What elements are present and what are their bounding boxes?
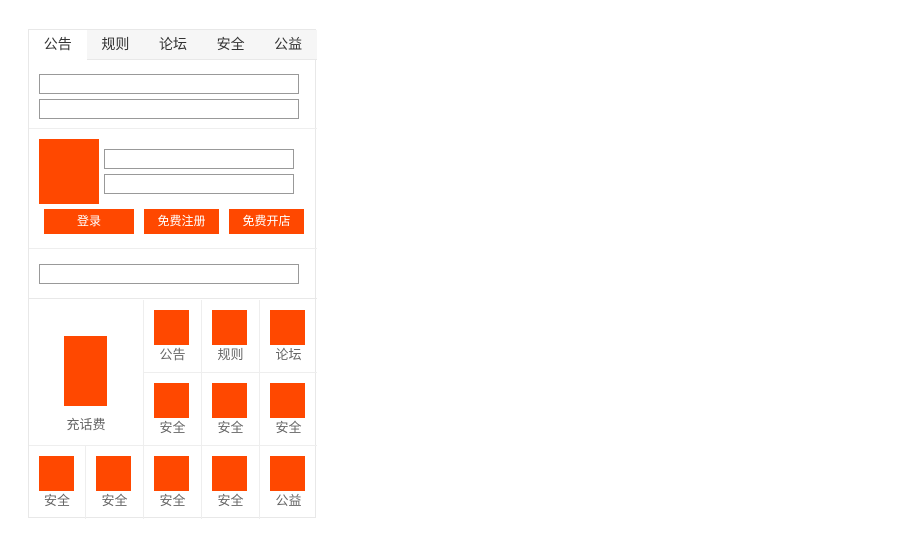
security-icon [154,383,189,418]
grid-item-label: 论坛 [275,348,302,363]
grid-item-security[interactable]: 安全 [202,373,260,446]
grid-item-label: 公告 [159,348,186,363]
grid-item-security[interactable]: 安全 [144,373,202,446]
announcement-icon [154,310,189,345]
tab-bar: 公告 规则 论坛 安全 公益 [29,30,317,61]
login-button[interactable]: 登录 [44,209,134,234]
grid-item-label: 安全 [43,494,70,509]
grid-item-label: 安全 [101,494,128,509]
divider [29,298,317,299]
grid-item-security[interactable]: 安全 [202,446,260,519]
notice-field[interactable] [39,264,299,284]
tab-rules[interactable]: 规则 [87,30,145,60]
register-button[interactable]: 免费注册 [144,209,219,234]
divider [29,248,317,249]
grid-item-announcement[interactable]: 公告 [144,300,202,373]
tab-content-field-2[interactable] [39,99,299,119]
service-grid: 充话费 公告 规则 论坛 安全 安全 安全 安全 安全 安全 安全 公益 [29,300,317,519]
grid-item-label: 公益 [275,494,302,509]
open-shop-button[interactable]: 免费开店 [229,209,304,234]
forum-icon [270,310,305,345]
sidebar-panel: 公告 规则 论坛 安全 公益 登录 免费注册 免费开店 充话费 公告 规则 论坛… [28,29,317,519]
security-icon [96,456,131,491]
tab-content-field-1[interactable] [39,74,299,94]
tab-announcement[interactable]: 公告 [29,30,87,61]
charity-icon [270,456,305,491]
grid-item-security[interactable]: 安全 [29,446,86,519]
security-icon [39,456,74,491]
phone-icon [64,336,107,406]
grid-item-charity[interactable]: 公益 [260,446,317,519]
grid-item-label: 安全 [159,494,186,509]
tile-label: 充话费 [66,418,106,433]
username-field[interactable] [104,149,294,169]
grid-item-label: 安全 [275,421,302,436]
grid-item-rules[interactable]: 规则 [202,300,260,373]
grid-item-label: 规则 [217,348,244,363]
grid-item-label: 安全 [217,494,244,509]
security-icon [154,456,189,491]
security-icon [270,383,305,418]
tab-security[interactable]: 安全 [202,30,260,60]
grid-item-security[interactable]: 安全 [144,446,202,519]
grid-item-security[interactable]: 安全 [86,446,144,519]
security-icon [212,456,247,491]
recharge-tile[interactable]: 充话费 [29,300,144,446]
divider [29,128,317,129]
grid-item-security[interactable]: 安全 [260,373,317,446]
grid-item-forum[interactable]: 论坛 [260,300,317,373]
tab-charity[interactable]: 公益 [259,30,317,60]
avatar [39,139,99,204]
rules-icon [212,310,247,345]
tab-forum[interactable]: 论坛 [144,30,202,60]
security-icon [212,383,247,418]
password-field[interactable] [104,174,294,194]
grid-item-label: 安全 [159,421,186,436]
grid-item-label: 安全 [217,421,244,436]
